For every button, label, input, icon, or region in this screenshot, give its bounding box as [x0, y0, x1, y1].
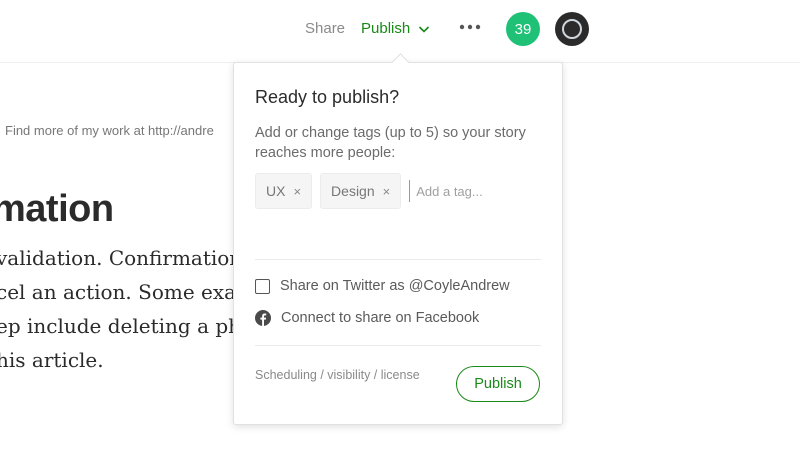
article-heading: mation	[0, 188, 114, 230]
article-meta: Find more of my work at http://andre	[5, 123, 214, 138]
popover-title: Ready to publish?	[255, 87, 400, 107]
tag-list: UX × Design ×	[255, 173, 529, 209]
share-twitter-option[interactable]: Share on Twitter as @CoyleAndrew	[255, 278, 510, 294]
tag-chip-ux: UX ×	[255, 173, 313, 209]
chevron-down-icon	[419, 25, 430, 33]
article-line: cel an action. Some exam	[0, 280, 256, 304]
tag-chip-design: Design ×	[320, 173, 402, 209]
close-icon[interactable]: ×	[383, 184, 391, 199]
notification-badge[interactable]: 39	[506, 12, 540, 46]
publish-menu-button[interactable]: Publish	[361, 20, 430, 37]
article-line: his article.	[0, 348, 104, 372]
publish-popover: Ready to publish? Add or change tags (up…	[233, 53, 563, 425]
twitter-label: Share on Twitter as @CoyleAndrew	[280, 278, 510, 294]
share-facebook-option[interactable]: Connect to share on Facebook	[255, 310, 479, 326]
avatar-icon	[562, 19, 582, 39]
tag-label: UX	[266, 183, 286, 199]
avatar[interactable]	[555, 12, 589, 46]
share-link[interactable]: Share	[305, 20, 345, 37]
close-icon[interactable]: ×	[293, 184, 301, 199]
publish-label: Publish	[361, 20, 411, 37]
facebook-label: Connect to share on Facebook	[281, 310, 480, 326]
tag-label: Design	[331, 183, 375, 199]
tag-input[interactable]	[409, 180, 529, 202]
article-line: ep include deleting a phot	[0, 314, 262, 338]
publish-button[interactable]: Publish	[456, 366, 540, 402]
divider	[255, 259, 541, 260]
popover-description: Add or change tags (up to 5) so your sto…	[255, 125, 526, 161]
divider	[255, 345, 541, 346]
more-icon[interactable]	[459, 22, 481, 32]
facebook-icon	[255, 310, 271, 326]
scheduling-link[interactable]: Scheduling / visibility / license	[255, 368, 420, 382]
article-line: validation. Confirmation	[0, 246, 243, 270]
twitter-checkbox[interactable]	[255, 278, 270, 294]
